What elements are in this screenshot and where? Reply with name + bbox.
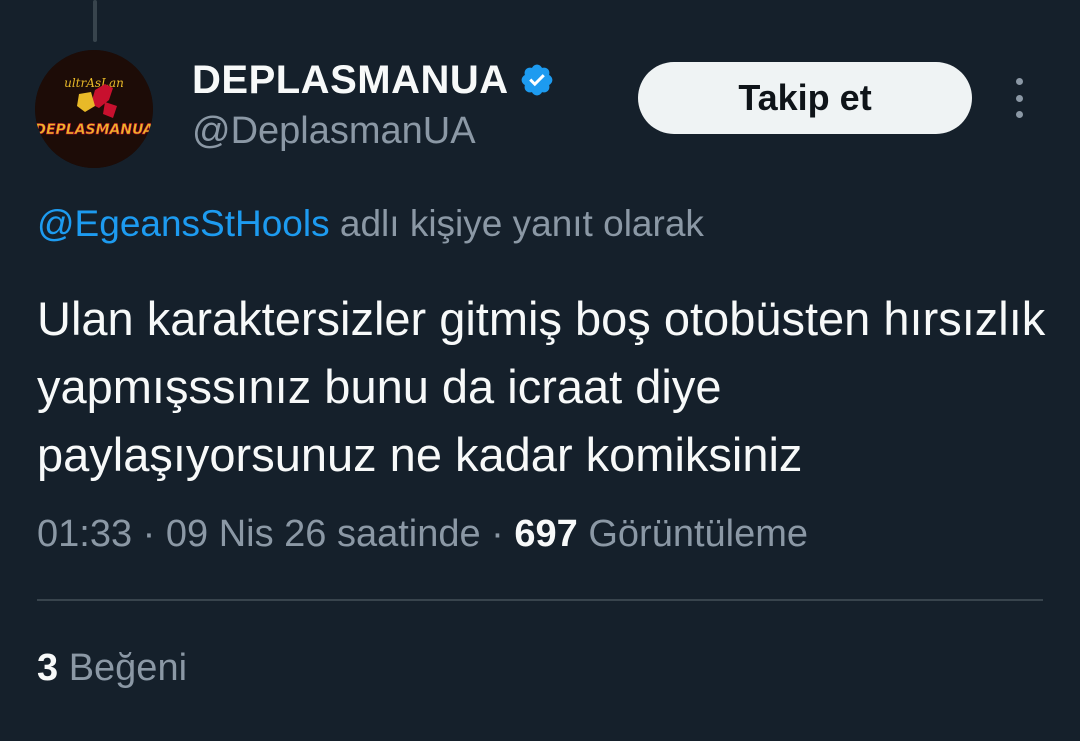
avatar[interactable]: ultrAsLan DEPLASMANUA bbox=[35, 50, 153, 168]
views-label: Görüntüleme bbox=[577, 513, 809, 555]
likes-count: 3 bbox=[37, 647, 59, 689]
author-name[interactable]: DEPLASMANUA bbox=[192, 58, 509, 103]
more-dot-icon bbox=[1015, 111, 1023, 118]
tweet-timestamp[interactable]: 01:33 · 09 Nis 26 saatinde bbox=[37, 513, 481, 555]
svg-text:ultrAsLan: ultrAsLan bbox=[64, 76, 124, 90]
author-handle[interactable]: @DeplasmanUA bbox=[192, 110, 476, 153]
verified-badge-icon bbox=[521, 64, 552, 96]
likes-label: Beğeni bbox=[58, 647, 188, 689]
views-count[interactable]: 697 bbox=[514, 513, 577, 555]
meta-separator: · bbox=[480, 513, 515, 555]
avatar-logo-icon: ultrAsLan DEPLASMANUA bbox=[35, 50, 153, 168]
thread-connector-line bbox=[93, 0, 97, 42]
tweet-meta: 01:33 · 09 Nis 26 saatinde · 697 Görüntü… bbox=[37, 513, 808, 556]
tweet-text: Ulan karaktersizler gitmiş boş otobüsten… bbox=[37, 292, 1046, 481]
reply-context: @EgeansStHools adlı kişiye yanıt olarak bbox=[37, 203, 704, 245]
more-dot-icon bbox=[1015, 94, 1023, 102]
divider bbox=[37, 599, 1043, 601]
reply-mention-link[interactable]: @EgeansStHools bbox=[37, 203, 330, 244]
reply-context-suffix: adlı kişiye yanıt olarak bbox=[329, 203, 704, 244]
author-name-row[interactable]: DEPLASMANUA bbox=[192, 56, 555, 104]
follow-button[interactable]: Takip et bbox=[638, 62, 972, 134]
more-options-icon[interactable] bbox=[1006, 78, 1032, 118]
svg-text:DEPLASMANUA: DEPLASMANUA bbox=[35, 122, 153, 138]
likes-stat[interactable]: 3 Beğeni bbox=[37, 647, 187, 690]
more-dot-icon bbox=[1015, 78, 1023, 85]
